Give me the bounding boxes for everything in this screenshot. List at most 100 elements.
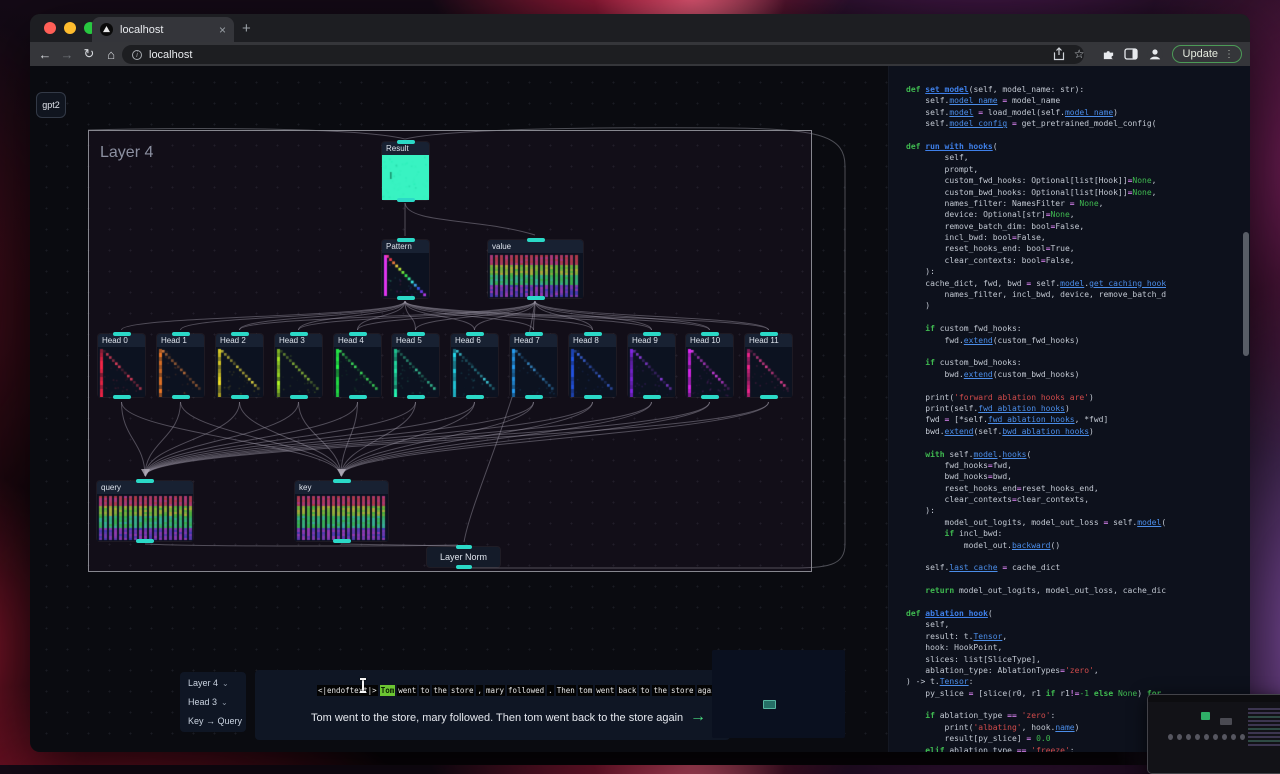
node-handle [113,332,131,336]
query-heatmap [97,494,193,541]
node-handle [701,395,719,399]
token-chip-highlighted[interactable]: Tom [380,685,396,696]
node-handle [466,395,484,399]
code-line: fwd_hooks=fwd, [906,460,1166,471]
text-cursor-icon [362,679,364,692]
head-10-node[interactable]: Head 10 [686,334,733,397]
minimap-viewport[interactable] [763,700,776,709]
site-info-icon[interactable]: i [132,50,142,60]
scrollbar-thumb[interactable] [1243,232,1249,356]
token-chip[interactable]: , [476,685,483,696]
submit-arrow-button[interactable]: → [690,708,706,726]
tab-title: localhost [120,24,212,36]
update-button[interactable]: Update ⋮ [1172,45,1242,63]
token-chip[interactable]: . [547,685,554,696]
tab-close-button[interactable]: × [219,23,226,37]
token-chip[interactable]: store [670,685,695,696]
node-handle [397,140,415,144]
code-line: print(self.fwd_ablation_hooks) [906,403,1166,414]
head-1-node[interactable]: Head 1 [157,334,204,397]
head-3-node[interactable]: Head 3 [275,334,322,397]
token-chip[interactable]: <|endoftext|> [317,685,378,696]
token-chip[interactable]: went [397,685,417,696]
minimap-panel[interactable] [712,650,845,738]
node-handle [397,198,415,202]
update-label: Update [1183,48,1218,60]
token-chip[interactable]: to [419,685,430,696]
tab-favicon-icon [100,23,113,36]
node-handle [584,395,602,399]
layer-norm-node[interactable]: Layer Norm [427,547,500,567]
token-chip[interactable]: the [652,685,668,696]
selector-key-query[interactable]: Key → Query [188,716,238,726]
head-attention-heatmap [157,347,204,397]
prompt-input[interactable]: Tom went to the store, mary followed. Th… [311,712,683,724]
code-line: self.model = load_model(self.model_name) [906,107,1166,118]
home-button[interactable]: ⌂ [100,47,122,62]
head-11-node[interactable]: Head 11 [745,334,792,397]
token-chip[interactable]: tom [578,685,594,696]
code-line: ): [906,266,1166,277]
token-chip[interactable]: Then [556,685,576,696]
code-line: if incl_bwd: [906,528,1166,539]
head-4-node[interactable]: Head 4 [334,334,381,397]
token-chip[interactable]: back [617,685,637,696]
prompt-panel: <|endoftext|>Tomwenttothestore,maryfollo… [255,670,730,740]
browser-tab[interactable]: localhost × [92,17,234,42]
code-line: print('forward ablation hooks are') [906,392,1166,403]
profile-avatar[interactable] [1147,46,1163,62]
token-chip[interactable]: mary [485,685,505,696]
head-7-node[interactable]: Head 7 [510,334,557,397]
selector-layer-4[interactable]: Layer 4⌄ [188,678,238,688]
forward-button[interactable]: → [56,47,78,62]
extensions-puzzle-icon[interactable] [1102,48,1115,61]
flow-canvas[interactable]: Layer 4 gpt2 Result Pattern value [30,66,888,752]
node-handle [172,332,190,336]
token-chip[interactable]: went [595,685,615,696]
code-line: remove_batch_dim: bool=False, [906,221,1166,232]
head-6-node[interactable]: Head 6 [451,334,498,397]
head-5-node[interactable]: Head 5 [392,334,439,397]
value-node[interactable]: value [488,240,583,298]
token-chip[interactable]: store [450,685,475,696]
query-node[interactable]: query [97,481,193,541]
close-window-button[interactable] [44,22,56,34]
pattern-node[interactable]: Pattern [382,240,429,298]
code-line: return model_out_logits, model_out_loss,… [906,585,1166,596]
result-node[interactable]: Result [382,142,429,200]
selector-head-3[interactable]: Head 3⌄ [188,697,238,707]
token-chip[interactable]: the [432,685,448,696]
node-handle [525,395,543,399]
code-line: custom_fwd_hooks: Optional[list[Hook]]=N… [906,175,1166,186]
bookmark-star-icon[interactable]: ☆ [1074,47,1085,61]
side-panel-icon[interactable] [1124,48,1138,60]
code-line: fwd.extend(custom_fwd_hooks) [906,335,1166,346]
head-2-node[interactable]: Head 2 [216,334,263,397]
node-handle [113,395,131,399]
minimize-window-button[interactable] [64,22,76,34]
code-panel: def set_model(self, model_name: str): se… [888,66,1250,752]
code-line [906,597,1166,608]
head-8-node[interactable]: Head 8 [569,334,616,397]
token-chip[interactable]: followed [507,685,545,696]
address-bar[interactable]: i localhost [122,45,1084,64]
back-button[interactable]: ← [34,47,56,62]
node-handle [584,332,602,336]
code-line: bwd.extend(custom_bwd_hooks) [906,369,1166,380]
code-line: def set_model(self, model_name: str): [906,84,1166,95]
head-0-node[interactable]: Head 0 [98,334,145,397]
kebab-menu-icon[interactable]: ⋮ [1224,49,1234,60]
new-tab-button[interactable]: + [242,20,251,37]
code-line: py_slice = [slice(r0, r1 if r1!=-1 else … [906,688,1166,699]
key-node[interactable]: key [295,481,388,541]
token-chip[interactable]: to [639,685,650,696]
code-line: fwd = [*self.fwd_ablation_hooks, *fwd] [906,414,1166,425]
share-icon[interactable] [1053,47,1065,61]
browser-window: localhost × + ← → ↻ ⌂ i localhost ☆ [30,14,1250,752]
screenshot-preview-window[interactable] [1147,694,1280,774]
code-line: custom_bwd_hooks: Optional[list[Hook]]=N… [906,187,1166,198]
reload-button[interactable]: ↻ [78,46,100,62]
head-9-node[interactable]: Head 9 [628,334,675,397]
node-handle [231,395,249,399]
head-attention-heatmap [451,347,498,397]
